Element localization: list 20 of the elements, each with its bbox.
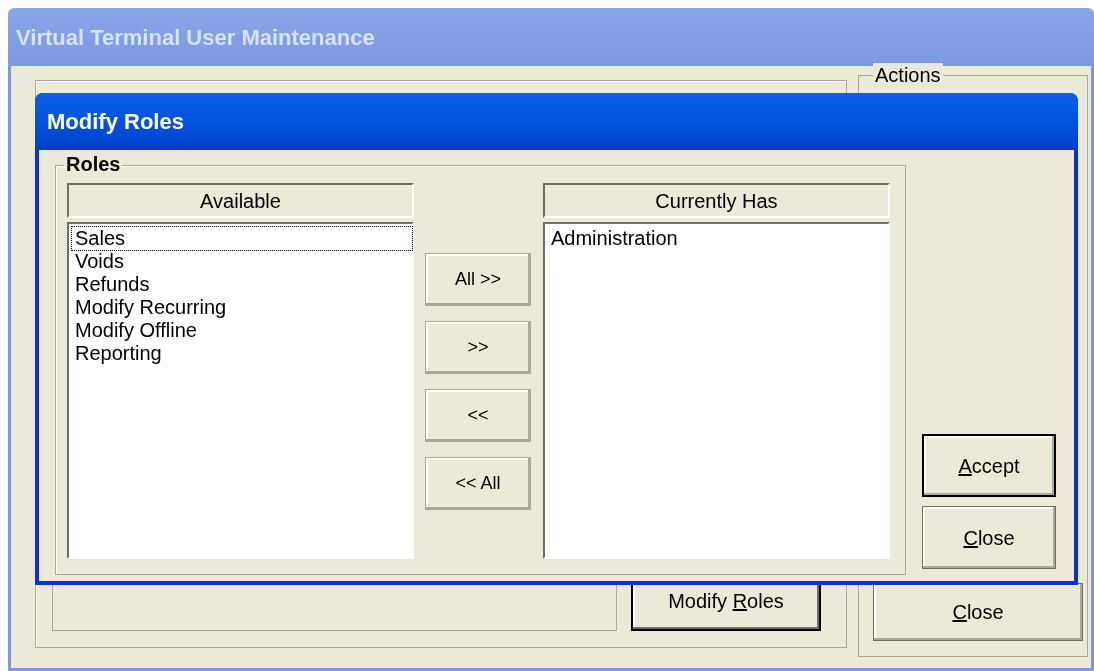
move-button[interactable]: << [425,389,531,442]
dialog-title: Modify Roles [47,108,184,136]
move-button[interactable]: << All [425,457,531,510]
column-header: Available [67,183,414,218]
move-button[interactable]: >> [425,321,531,374]
list-item[interactable]: Administration [548,227,679,250]
column-header: Currently Has [543,183,890,218]
list-item[interactable]: Modify Recurring [72,296,228,319]
available-list[interactable]: Sales Voids Refunds Modify Recurring Modify Offline Reporting [67,222,414,559]
close-button[interactable]: Close [873,583,1083,641]
window-title: Virtual Terminal User Maintenance [16,23,375,52]
list-item[interactable]: Modify Offline [72,319,198,342]
list-item[interactable]: Reporting [72,342,163,365]
currently-has-list[interactable]: Administration [543,222,890,559]
move-button[interactable]: All >> [425,253,531,306]
list-item[interactable]: Sales [72,227,412,250]
list-item[interactable]: Voids [72,250,125,273]
dialog-button[interactable]: Close [922,506,1056,569]
list-item[interactable]: Refunds [72,273,151,296]
dialog-button[interactable]: Accept [922,434,1056,497]
